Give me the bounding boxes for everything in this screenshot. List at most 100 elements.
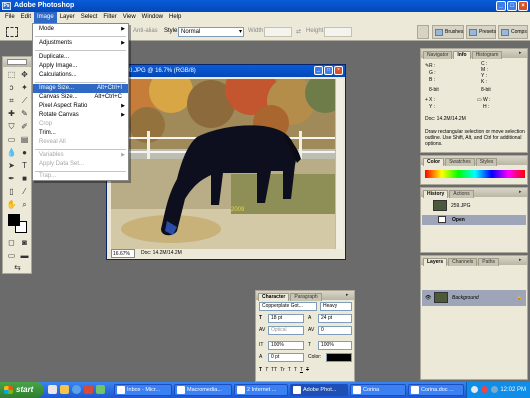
history-brush-tool-icon[interactable]: ✐	[19, 121, 30, 132]
blur-tool-icon[interactable]: 💧	[6, 147, 17, 158]
pen-tool-icon[interactable]: ✒	[6, 173, 17, 184]
menu-item-crop[interactable]: Crop	[33, 120, 128, 129]
standard-mode-icon[interactable]: ◻	[6, 237, 17, 248]
text-color-swatch[interactable]	[326, 353, 352, 362]
menu-window[interactable]: Window	[139, 12, 166, 23]
menu-item-mode[interactable]: Mode ▶	[33, 25, 128, 34]
superscript-button[interactable]: T	[288, 367, 291, 373]
history-state-row[interactable]: Open	[422, 215, 526, 225]
menu-item-rotate-canvas[interactable]: Rotate Canvas ▶	[33, 111, 128, 120]
baseline-shift-input[interactable]: 0 pt	[268, 353, 304, 362]
tab-styles[interactable]: Styles	[475, 158, 498, 166]
menu-edit[interactable]: Edit	[18, 12, 34, 23]
tray-network-icon[interactable]	[471, 386, 478, 393]
height-input[interactable]	[324, 27, 352, 37]
layer-row-background[interactable]: 👁 Background 🔒	[422, 290, 526, 306]
faux-italic-button[interactable]: T	[265, 367, 268, 373]
move-tool-icon[interactable]: ✥	[19, 69, 30, 80]
tab-channels[interactable]: Channels	[448, 258, 478, 266]
path-selection-tool-icon[interactable]: ➤	[6, 160, 17, 171]
menu-item-trap[interactable]: Trap...	[33, 172, 128, 181]
dodge-tool-icon[interactable]: ●	[19, 147, 30, 158]
tool-preset-well-icon[interactable]	[417, 25, 429, 39]
quicklaunch-browser-icon[interactable]	[72, 385, 81, 394]
menu-view[interactable]: View	[120, 12, 139, 23]
menu-file[interactable]: File	[2, 12, 18, 23]
quicklaunch-desktop-icon[interactable]	[48, 385, 57, 394]
horizontal-scale-input[interactable]: 100%	[318, 341, 352, 350]
swap-icon[interactable]: ⇄	[296, 28, 301, 35]
marquee-preset-icon[interactable]	[6, 27, 18, 37]
document-vertical-scrollbar[interactable]	[335, 79, 343, 249]
comps-well[interactable]: Comps	[498, 25, 528, 39]
menu-item-image-size[interactable]: Image Size... Alt+Ctrl+I	[33, 84, 128, 93]
tab-info[interactable]: Info	[453, 51, 471, 59]
lasso-tool-icon[interactable]: ↄ	[6, 82, 17, 93]
small-caps-button[interactable]: Tr	[280, 367, 285, 373]
tab-swatches[interactable]: Swatches	[445, 158, 475, 166]
tray-security-icon[interactable]	[481, 386, 488, 393]
zoom-field[interactable]: 16.67%	[111, 249, 135, 258]
width-input[interactable]	[264, 27, 292, 37]
zoom-tool-icon[interactable]: ⌕	[19, 199, 30, 210]
menu-select[interactable]: Select	[78, 12, 101, 23]
vertical-scale-input[interactable]: 100%	[268, 341, 304, 350]
magic-wand-tool-icon[interactable]: ✦	[19, 82, 30, 93]
document-minimize-button[interactable]: _	[314, 66, 323, 75]
slice-tool-icon[interactable]: ⟋	[19, 95, 30, 106]
tab-layers[interactable]: Layers	[423, 258, 448, 266]
style-select[interactable]: Normal ▾	[178, 27, 244, 37]
font-family-select[interactable]: Copperplate Got...	[259, 302, 317, 311]
start-button[interactable]: start	[0, 382, 44, 398]
hand-tool-icon[interactable]: ✋	[6, 199, 17, 210]
notes-tool-icon[interactable]: ▯	[6, 186, 17, 197]
full-screen-mode-icon[interactable]: ▬	[19, 250, 30, 261]
menu-item-pixel-aspect-ratio[interactable]: Pixel Aspect Ratio ▶	[33, 102, 128, 111]
menu-item-apply-image[interactable]: Apply Image...	[33, 62, 128, 71]
brushes-well[interactable]: Brushes	[432, 25, 464, 39]
taskbar-button-macromedia[interactable]: Macromedia...	[174, 384, 232, 396]
panel-menu-icon[interactable]: ▸	[519, 257, 525, 263]
clock[interactable]: 12:02 PM	[500, 387, 526, 393]
menu-item-calculations[interactable]: Calculations...	[33, 71, 128, 80]
eye-visibility-icon[interactable]: 👁	[425, 295, 431, 301]
underline-button[interactable]: T	[300, 367, 303, 373]
menu-item-adjustments[interactable]: Adjustments ▶	[33, 39, 128, 48]
faux-bold-button[interactable]: T	[259, 367, 262, 373]
menu-item-apply-data-set[interactable]: Apply Data Set...	[33, 160, 128, 169]
healing-brush-tool-icon[interactable]: ✚	[6, 108, 17, 119]
subscript-button[interactable]: T	[294, 367, 297, 373]
color-spectrum-bar[interactable]	[425, 170, 525, 178]
menu-item-duplicate[interactable]: Duplicate...	[33, 53, 128, 62]
leading-select[interactable]: 24 pt	[318, 314, 352, 323]
adobe-online-icon[interactable]	[7, 59, 27, 65]
tab-paragraph[interactable]: Paragraph	[290, 293, 322, 301]
maximize-button[interactable]: □	[507, 1, 517, 11]
menu-item-variables[interactable]: Variables ▶	[33, 151, 128, 160]
gradient-tool-icon[interactable]: ▤	[19, 134, 30, 145]
type-tool-icon[interactable]: T	[19, 160, 30, 171]
font-style-select[interactable]: Heavy	[320, 302, 352, 311]
tab-color[interactable]: Color	[423, 158, 445, 166]
document-close-button[interactable]: ×	[334, 66, 343, 75]
menu-image[interactable]: Image	[34, 12, 57, 23]
minimize-button[interactable]: _	[496, 1, 506, 11]
taskbar-button-inbox[interactable]: Inbox - Micr...	[114, 384, 172, 396]
brush-tool-icon[interactable]: ✎	[19, 108, 30, 119]
kerning-select[interactable]: Optical	[268, 326, 304, 335]
menu-layer[interactable]: Layer	[57, 12, 78, 23]
panel-menu-icon[interactable]: ▸	[519, 189, 525, 195]
menu-item-trim[interactable]: Trim...	[33, 129, 128, 138]
tab-navigator[interactable]: Navigator	[423, 51, 453, 59]
strikethrough-button[interactable]: T	[306, 367, 309, 373]
quicklaunch-app-icon[interactable]	[84, 385, 93, 394]
quick-mask-icon[interactable]: ◙	[19, 237, 30, 248]
presets-well[interactable]: Presets	[466, 25, 496, 39]
taskbar-button-internet[interactable]: 2 Internet ...	[234, 384, 288, 396]
eyedropper-tool-icon[interactable]: ⁄	[19, 186, 30, 197]
taskbar-button-corina[interactable]: Corina	[350, 384, 406, 396]
all-caps-button[interactable]: TT	[271, 367, 277, 373]
clone-stamp-tool-icon[interactable]: ⛉	[6, 121, 17, 132]
tab-actions[interactable]: Actions	[449, 190, 474, 198]
imageready-jump-icon[interactable]: ⇆	[12, 262, 23, 273]
